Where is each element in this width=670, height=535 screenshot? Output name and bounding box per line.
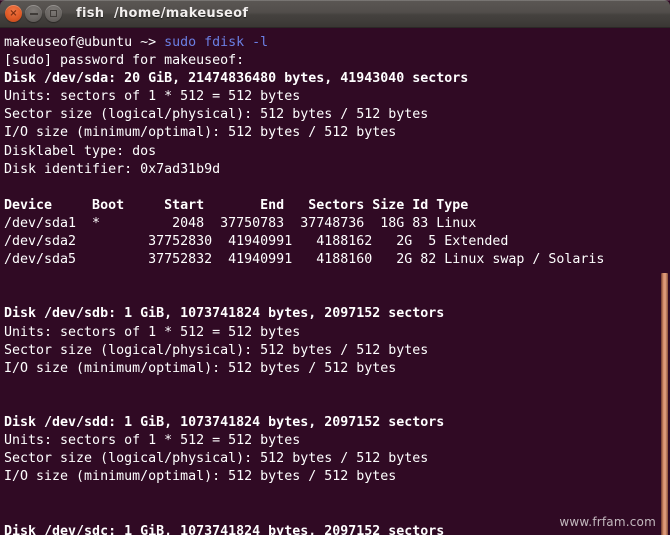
terminal-line: Sector size (logical/physical): 512 byte…: [4, 451, 429, 467]
maximize-icon: [50, 10, 57, 17]
terminal-line: Sector size (logical/physical): 512 byte…: [4, 342, 429, 358]
terminal-line: I/O size (minimum/optimal): 512 bytes / …: [4, 360, 397, 376]
prompt-command: sudo fdisk -l: [164, 35, 269, 50]
terminal-window: × fish /home/makeuseof makeuseof@ubuntu …: [0, 0, 670, 535]
terminal-line: Units: sectors of 1 * 512 = 512 bytes: [4, 89, 301, 105]
close-icon: ×: [9, 7, 18, 19]
terminal-line: /dev/sda2 37752830 41940991 4188162 2G 5…: [4, 234, 509, 250]
terminal-line: Disk /dev/sdb: 1 GiB, 1073741824 bytes, …: [4, 306, 445, 322]
terminal-line: Disk /dev/sda: 20 GiB, 21474836480 bytes…: [4, 71, 469, 87]
window-controls: ×: [0, 5, 62, 22]
terminal-line: /dev/sda1 * 2048 37750783 37748736 18G 8…: [4, 215, 477, 231]
terminal-line: Device Boot Start End Sectors Size Id Ty…: [4, 197, 469, 213]
scrollbar-thumb[interactable]: [661, 273, 668, 535]
terminal-line: Disklabel type: dos: [4, 143, 157, 159]
terminal-line: [sudo] password for makeuseof:: [4, 53, 245, 69]
terminal-line: Disk identifier: 0x7ad31b9d: [4, 161, 221, 177]
window-titlebar[interactable]: × fish /home/makeuseof: [0, 0, 670, 28]
close-button[interactable]: ×: [5, 5, 22, 22]
prompt-user-host: makeuseof@ubuntu ~>: [4, 35, 165, 50]
terminal-line: I/O size (minimum/optimal): 512 bytes / …: [4, 469, 397, 485]
terminal-line: /dev/sda5 37752832 41940991 4188160 2G 8…: [4, 252, 605, 268]
terminal-line: Disk /dev/sdd: 1 GiB, 1073741824 bytes, …: [4, 414, 445, 430]
terminal-output-area[interactable]: makeuseof@ubuntu ~> sudo fdisk -l [sudo]…: [0, 28, 670, 535]
scrollbar[interactable]: [659, 28, 670, 535]
window-title: fish /home/makeuseof: [76, 6, 249, 21]
maximize-button[interactable]: [45, 5, 62, 22]
terminal-line: I/O size (minimum/optimal): 512 bytes / …: [4, 125, 397, 141]
minimize-icon: [29, 12, 38, 15]
watermark: www.frfam.com: [559, 515, 656, 529]
terminal-line: Sector size (logical/physical): 512 byte…: [4, 107, 429, 123]
terminal-prompt-line: makeuseof@ubuntu ~> sudo fdisk -l: [4, 34, 670, 52]
terminal-lines: [sudo] password for makeuseof: Disk /dev/…: [4, 52, 670, 535]
minimize-button[interactable]: [25, 5, 42, 22]
terminal-line: Units: sectors of 1 * 512 = 512 bytes: [4, 324, 301, 340]
terminal-line: Units: sectors of 1 * 512 = 512 bytes: [4, 433, 301, 449]
